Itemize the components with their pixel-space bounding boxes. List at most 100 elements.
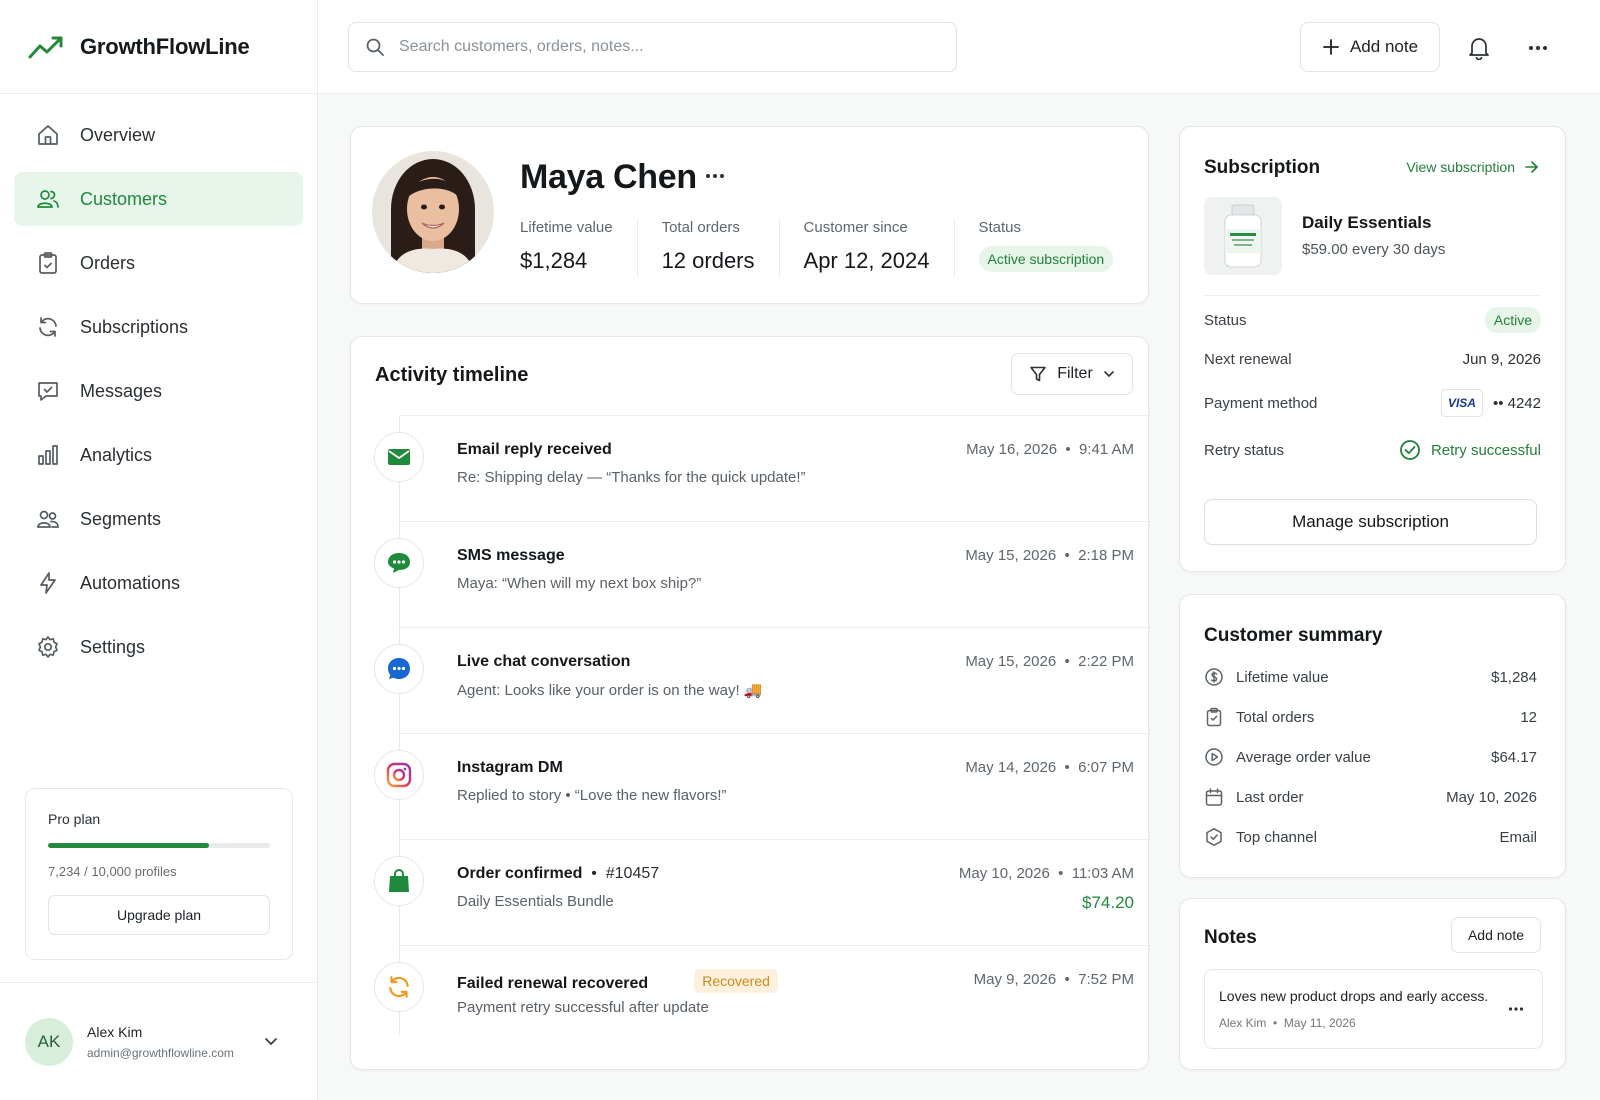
timeline-item[interactable]: Order confirmed • #10457 Daily Essential… xyxy=(374,839,1150,945)
timeline-item-date: May 15, 2026 • 2:18 PM xyxy=(965,547,1134,564)
plan-usage-fill xyxy=(48,843,209,848)
row-label: Status xyxy=(1204,311,1247,329)
sidebar-item-segments[interactable]: Segments xyxy=(14,492,303,546)
customer-profile-card: Maya Chen Lifetime value $1,284 Total or… xyxy=(350,126,1149,304)
summary-value: 12 xyxy=(1520,708,1537,726)
summary-row: Last order May 10, 2026 xyxy=(1204,787,1537,807)
trending-up-icon xyxy=(28,34,64,60)
sidebar-item-subscriptions[interactable]: Subscriptions xyxy=(14,300,303,354)
row-label: Retry status xyxy=(1204,441,1285,459)
summary-value: Email xyxy=(1499,828,1537,846)
bell-icon[interactable] xyxy=(1468,36,1490,60)
stat-label: Status xyxy=(978,219,1022,236)
filter-icon xyxy=(1029,365,1047,383)
add-note-button[interactable]: Add note xyxy=(1300,22,1440,72)
sidebar-item-label: Segments xyxy=(80,508,162,529)
summary-label: Average order value xyxy=(1236,748,1371,766)
lightning-icon xyxy=(36,571,60,595)
timeline-item[interactable]: Email reply received Re: Shipping delay … xyxy=(374,415,1150,521)
order-amount: $74.20 xyxy=(1082,893,1134,912)
timeline-item-subtitle: Re: Shipping delay — “Thanks for the qui… xyxy=(457,469,806,486)
timeline-item[interactable]: Live chat conversation Agent: Looks like… xyxy=(374,627,1150,733)
calendar-icon xyxy=(1204,787,1224,807)
mail-icon xyxy=(374,432,424,482)
sidebar-item-messages[interactable]: Messages xyxy=(14,364,303,418)
user-name: Alex Kim xyxy=(87,1023,143,1040)
sidebar-item-label: Analytics xyxy=(80,444,153,465)
clipboard-icon xyxy=(36,251,60,275)
timeline-item-date: May 16, 2026 • 9:41 AM xyxy=(966,441,1134,458)
status-badge: Active xyxy=(1484,307,1541,333)
sidebar-item-label: Overview xyxy=(80,124,156,145)
timeline: Email reply received Re: Shipping delay … xyxy=(351,415,1150,1051)
customer-summary-card: Customer summary Lifetime value $1,284 T… xyxy=(1179,594,1566,878)
timeline-item-title: Failed renewal recovered Recovered xyxy=(457,969,778,995)
topbar: Add note xyxy=(318,0,1600,94)
more-horizontal-icon[interactable] xyxy=(1528,38,1548,58)
sidebar-item-automations[interactable]: Automations xyxy=(14,556,303,610)
filter-button[interactable]: Filter xyxy=(1011,353,1133,395)
brand[interactable]: GrowthFlowLine xyxy=(0,0,317,94)
sidebar-item-label: Customers xyxy=(80,188,168,209)
search-input[interactable] xyxy=(399,38,919,56)
stat-lifetime-value: Lifetime value $1,284 xyxy=(520,219,638,277)
chevron-down-icon[interactable] xyxy=(263,1033,279,1049)
arrow-right-icon xyxy=(1525,161,1539,173)
filter-label: Filter xyxy=(1057,365,1093,382)
upgrade-plan-button[interactable]: Upgrade plan xyxy=(48,895,270,935)
timeline-item[interactable]: SMS message Maya: “When will my next box… xyxy=(374,521,1150,627)
more-horizontal-icon[interactable] xyxy=(705,173,725,179)
sidebar-item-overview[interactable]: Overview xyxy=(14,108,303,162)
stat-label: Lifetime value xyxy=(520,219,613,236)
more-horizontal-icon[interactable] xyxy=(1508,1006,1524,1012)
summary-row: Total orders 12 xyxy=(1204,707,1537,727)
summary-value: $1,284 xyxy=(1491,668,1537,686)
timeline-item[interactable]: Failed renewal recovered Recovered Paymen… xyxy=(374,945,1150,1051)
play-circle-icon xyxy=(1204,747,1224,767)
order-number[interactable]: • #10457 xyxy=(582,865,659,882)
note-text: Loves new product drops and early access… xyxy=(1219,988,1489,1004)
user-profile-menu[interactable]: AK Alex Kim admin@growthflowline.com xyxy=(0,982,317,1100)
stat-label: Customer since xyxy=(803,219,908,236)
home-icon xyxy=(36,123,60,147)
summary-value: $64.17 xyxy=(1491,748,1537,766)
stat-label: Total orders xyxy=(661,219,740,236)
sidebar-item-customers[interactable]: Customers xyxy=(14,172,303,226)
summary-row: Lifetime value $1,284 xyxy=(1204,667,1537,687)
sidebar-item-label: Automations xyxy=(80,572,181,593)
view-subscription-link[interactable]: View subscription xyxy=(1406,159,1539,175)
sidebar-item-settings[interactable]: Settings xyxy=(14,620,303,674)
sidebar-item-analytics[interactable]: Analytics xyxy=(14,428,303,482)
row-label: Payment method xyxy=(1204,394,1318,412)
summary-row: Top channel Email xyxy=(1204,827,1537,847)
timeline-item-subtitle: Replied to story • “Love the new flavors… xyxy=(457,787,727,804)
note-item[interactable]: Loves new product drops and early access… xyxy=(1204,969,1543,1049)
timeline-item-subtitle: Agent: Looks like your order is on the w… xyxy=(457,682,763,699)
timeline-item-subtitle: Maya: “When will my next box ship?” xyxy=(457,575,702,592)
activity-title: Activity timeline xyxy=(375,364,529,386)
summary-label: Last order xyxy=(1236,788,1304,806)
summary-title: Customer summary xyxy=(1204,625,1383,646)
avatar: AK xyxy=(25,1017,73,1066)
check-circle-icon xyxy=(1399,439,1421,461)
user-email: admin@growthflowline.com xyxy=(87,1045,234,1060)
timeline-item-subtitle: Daily Essentials Bundle xyxy=(457,893,614,910)
refresh-icon xyxy=(36,315,60,339)
sidebar-item-label: Settings xyxy=(80,636,146,657)
plan-title: Pro plan xyxy=(48,811,101,827)
status-badge: Active subscription xyxy=(978,246,1114,272)
view-subscription-label: View subscription xyxy=(1406,159,1515,175)
customer-name: Maya Chen xyxy=(520,158,697,196)
stat-status: Status Active subscription xyxy=(978,219,1114,277)
chat-icon xyxy=(374,644,424,694)
add-note-button[interactable]: Add note xyxy=(1451,917,1541,953)
timeline-item[interactable]: Instagram DM Replied to story • “Love th… xyxy=(374,733,1150,839)
stat-value: 12 orders xyxy=(661,248,755,273)
sidebar-item-orders[interactable]: Orders xyxy=(14,236,303,290)
summary-label: Lifetime value xyxy=(1236,668,1329,686)
search-icon xyxy=(365,37,385,57)
stat-total-orders: Total orders 12 orders xyxy=(662,219,780,277)
search-box[interactable] xyxy=(348,22,957,72)
divider xyxy=(1204,295,1541,296)
manage-subscription-button[interactable]: Manage subscription xyxy=(1204,499,1537,545)
